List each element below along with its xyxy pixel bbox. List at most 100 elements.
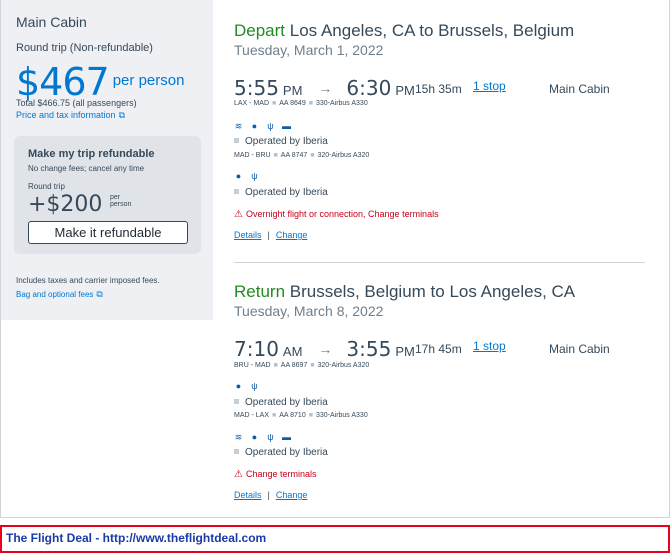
depart-date: Tuesday, March 1, 2022 <box>234 42 384 58</box>
bag-fees-link[interactable]: Bag and optional fees ⧉ <box>16 289 103 300</box>
return-stops-link[interactable]: 1 stop <box>473 339 506 353</box>
cabin-title: Main Cabin <box>16 14 87 30</box>
return-date: Tuesday, March 8, 2022 <box>234 303 384 319</box>
arrow-right-icon: → <box>318 80 333 96</box>
depart-leg-1-amenities: ≋ ● ψ ▬ <box>234 116 298 131</box>
return-leg-1-info: BRU - MAD ■ AA 8697 ■ 320-Airbus A320 <box>234 362 370 369</box>
depart-arr-ampm: PM <box>395 83 415 98</box>
usb-icon: ψ <box>251 171 258 181</box>
leg-flight: AA 8710 <box>279 412 306 419</box>
return-times: 7:10 AM → 3:55 PM <box>234 337 415 361</box>
power-icon: ● <box>235 171 242 181</box>
warning-icon: ⚠ <box>234 209 243 220</box>
usb-icon: ψ <box>251 381 258 391</box>
depart-arr-time: 6:30 <box>346 76 392 100</box>
return-heading: Return Brussels, Belgium to Los Angeles,… <box>234 282 575 302</box>
depart-details-link[interactable]: Details <box>234 230 262 240</box>
entertainment-icon: ▬ <box>282 432 291 442</box>
external-link-icon: ⧉ <box>96 289 103 299</box>
price-tax-link-label[interactable]: Price and tax information <box>16 110 116 120</box>
price-tax-link[interactable]: Price and tax information ⧉ <box>16 110 125 121</box>
external-link-icon: ⧉ <box>118 110 125 120</box>
power-icon: ● <box>251 432 258 442</box>
return-leg-2-info: MAD - LAX ■ AA 8710 ■ 330-Airbus A330 <box>234 412 368 419</box>
return-warning-text: Change terminals <box>245 469 317 479</box>
return-dep-time: 7:10 <box>234 337 279 361</box>
refundable-price: +$200 <box>28 192 103 217</box>
segment-divider <box>234 262 645 263</box>
depart-stops-link[interactable]: 1 stop <box>473 79 506 93</box>
depart-change-link[interactable]: Change <box>276 230 308 240</box>
make-refundable-button[interactable]: Make it refundable <box>28 221 188 244</box>
leg-route: LAX - MAD <box>234 100 270 107</box>
refundable-person: person <box>110 201 132 208</box>
depart-leg-2-info: MAD - BRU ■ AA 8747 ■ 320-Airbus A320 <box>234 152 370 159</box>
entertainment-icon: ▬ <box>282 121 291 131</box>
depart-route: Los Angeles, CA to Brussels, Belgium <box>289 21 575 40</box>
return-leg-2-amenities: ≋ ● ψ ▬ <box>234 427 298 442</box>
return-route: Brussels, Belgium to Los Angeles, CA <box>289 282 576 301</box>
warning-icon: ⚠ <box>234 469 243 480</box>
return-direction: Return <box>234 282 286 301</box>
leg-flight: AA 8649 <box>279 100 306 107</box>
refundable-subtitle: No change fees; cancel any time <box>28 164 145 173</box>
leg-aircraft: 320-Airbus A320 <box>317 362 370 369</box>
usb-icon: ψ <box>267 432 274 442</box>
return-dep-ampm: AM <box>282 344 303 359</box>
bag-fees-link-label[interactable]: Bag and optional fees <box>16 290 93 299</box>
return-warning: ⚠ Change terminals <box>234 469 317 480</box>
power-icon: ● <box>235 381 242 391</box>
includes-fees-note: Includes taxes and carrier imposed fees. <box>16 276 160 285</box>
depart-heading: Depart Los Angeles, CA to Brussels, Belg… <box>234 21 574 41</box>
refundable-round-trip: Round trip <box>28 182 65 191</box>
depart-leg-1-info: LAX - MAD ■ AA 8649 ■ 330-Airbus A330 <box>234 100 368 107</box>
return-leg-2-operated: Operated by Iberia <box>234 447 328 458</box>
operated-by-text: Operated by Iberia <box>245 397 328 408</box>
leg-route: BRU - MAD <box>234 362 271 369</box>
depart-cabin: Main Cabin <box>549 82 610 96</box>
price-summary-panel: Main Cabin Round trip (Non-refundable) $… <box>1 0 213 320</box>
footer-banner: The Flight Deal - http://www.theflightde… <box>0 525 670 553</box>
depart-dep-ampm: PM <box>282 83 303 98</box>
depart-leg-2-operated: Operated by Iberia <box>234 187 328 198</box>
wifi-icon: ≋ <box>234 121 243 131</box>
return-duration: 17h 45m <box>415 342 462 356</box>
leg-aircraft: 330-Airbus A330 <box>315 100 368 107</box>
leg-aircraft: 330-Airbus A330 <box>315 412 368 419</box>
per-person-label: per person <box>112 72 185 89</box>
return-cabin: Main Cabin <box>549 342 610 356</box>
operated-by-text: Operated by Iberia <box>245 447 328 458</box>
trip-type: Round trip (Non-refundable) <box>16 42 153 54</box>
usb-icon: ψ <box>267 121 274 131</box>
leg-route: MAD - LAX <box>234 412 270 419</box>
leg-flight: AA 8747 <box>280 152 308 159</box>
depart-direction: Depart <box>234 21 286 40</box>
operated-by-text: Operated by Iberia <box>245 187 328 198</box>
return-arr-time: 3:55 <box>346 337 392 361</box>
leg-flight: AA 8697 <box>280 362 308 369</box>
depart-duration: 15h 35m <box>415 82 462 96</box>
refundable-per-person: per person <box>110 194 140 208</box>
footer-text: The Flight Deal - http://www.theflightde… <box>6 531 267 545</box>
total-price: Total $466.75 (all passengers) <box>16 98 137 108</box>
refundable-box: Make my trip refundable No change fees; … <box>14 136 201 254</box>
depart-times: 5:55 PM → 6:30 PM <box>234 76 415 100</box>
arrow-right-icon: → <box>318 341 333 357</box>
power-icon: ● <box>251 121 258 131</box>
depart-links: Details | Change <box>234 230 308 240</box>
return-arr-ampm: PM <box>395 344 415 359</box>
depart-leg-2-amenities: ● ψ <box>234 166 266 181</box>
leg-route: MAD - BRU <box>234 152 271 159</box>
refundable-title: Make my trip refundable <box>28 148 155 160</box>
depart-dep-time: 5:55 <box>234 76 279 100</box>
depart-leg-1-operated: Operated by Iberia <box>234 136 328 147</box>
return-links: Details | Change <box>234 490 308 500</box>
depart-warning-text: Overnight flight or connection, Change t… <box>245 209 439 219</box>
operated-by-text: Operated by Iberia <box>245 136 328 147</box>
return-change-link[interactable]: Change <box>276 490 308 500</box>
refundable-per: per <box>110 194 121 201</box>
return-details-link[interactable]: Details <box>234 490 262 500</box>
leg-aircraft: 320-Airbus A320 <box>317 152 370 159</box>
return-leg-1-amenities: ● ψ <box>234 376 266 391</box>
depart-warning: ⚠ Overnight flight or connection, Change … <box>234 209 439 220</box>
